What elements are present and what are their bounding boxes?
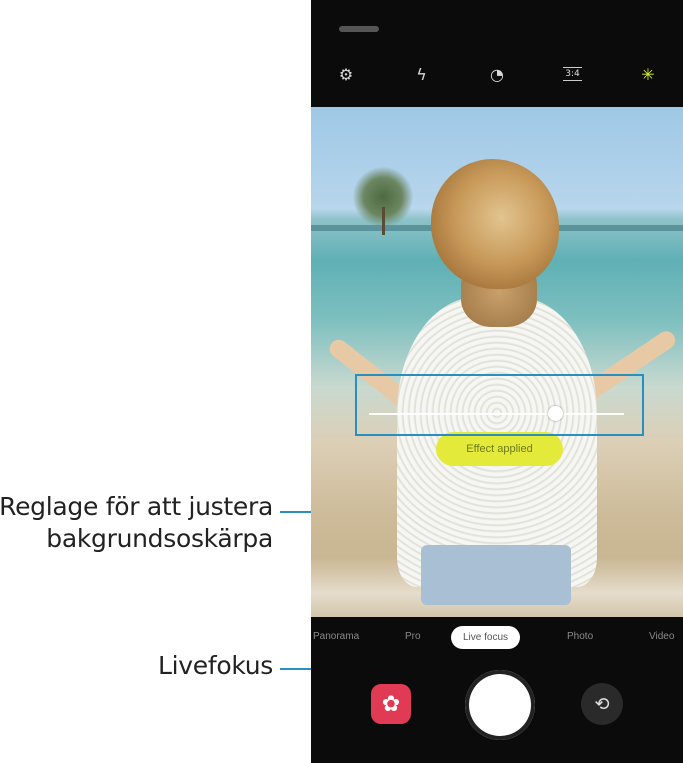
mode-pro[interactable]: Pro — [405, 631, 421, 642]
mode-live-focus[interactable]: Live focus — [451, 626, 521, 649]
flash-off-icon[interactable]: ϟ — [409, 61, 435, 87]
blur-slider-callout-line2: bakgrundsoskärpa — [46, 524, 273, 553]
blur-slider-knob[interactable] — [547, 406, 563, 421]
blur-slider-callout: Reglage för att justera bakgrundsoskärpa — [0, 491, 273, 555]
subject-hat — [431, 159, 559, 289]
mode-video[interactable]: Video — [649, 631, 674, 642]
viewfinder[interactable]: Effect applied — [311, 107, 683, 617]
blur-slider-highlight — [355, 374, 644, 436]
effect-applied-badge: Effect applied — [436, 432, 563, 466]
tree-trunk — [382, 207, 385, 235]
camera-top-bar: ⚙ ϟ ◔ 3:4 ✳ — [311, 52, 683, 96]
ratio-label: 3:4 — [563, 67, 582, 81]
blur-slider-callout-line1: Reglage för att justera — [0, 492, 273, 521]
mode-photo[interactable]: Photo — [567, 631, 593, 642]
filter-sparkle-icon[interactable]: ✳ — [635, 61, 661, 87]
timer-off-icon[interactable]: ◔ — [484, 61, 510, 87]
subject-shorts — [421, 545, 571, 605]
camera-screen: ⚙ ϟ ◔ 3:4 ✳ Effect applied Panorama Pro … — [311, 0, 683, 763]
shutter-button[interactable] — [465, 670, 535, 740]
ratio-icon[interactable]: 3:4 — [560, 61, 586, 87]
switch-camera-icon[interactable]: ⟲ — [581, 683, 623, 725]
blur-slider-track[interactable] — [369, 413, 624, 415]
status-bar — [339, 26, 379, 32]
livefocus-callout: Livefokus — [157, 651, 273, 680]
bixby-vision-icon[interactable]: ✿ — [371, 684, 411, 724]
camera-bottom-bar: ✿ ⟲ — [311, 660, 683, 763]
mode-panorama[interactable]: Panorama — [313, 631, 359, 642]
settings-icon[interactable]: ⚙ — [333, 61, 359, 87]
mode-selector: Panorama Pro Live focus Photo Video — [311, 622, 683, 656]
